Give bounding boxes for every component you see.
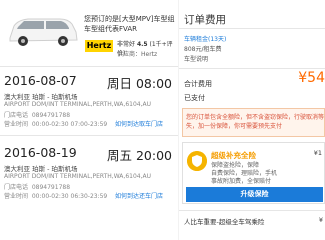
upgrade-insurance-button[interactable]: 升级保险 [186, 187, 323, 202]
shield-icon [187, 151, 207, 171]
super-insurance-card: 超级补充全险 保障盗抢险，保障 自费保险，理赔险，手机 事故附加费，全保赔付 ¥… [182, 142, 325, 204]
daily-rate: 808元/租车费 [184, 46, 222, 53]
promo-desc: 事故附加费，全保赔付 [211, 178, 272, 185]
divider [179, 68, 325, 69]
divider [179, 28, 325, 29]
divider [179, 210, 325, 211]
insurance-warning: 您的订单包含全额险，但不含盗窃保险，行驶取消等 失，加一份保障，你可需要预先支付 [182, 108, 325, 137]
warning-line: 失，加一份保障，你可需要预先支付 [186, 123, 283, 130]
pickup-weekday-time: 周日 08:00 [107, 76, 172, 91]
passenger-insurance-price: ¥ [318, 216, 323, 224]
supplier-label: 供应商：Hertz [117, 51, 158, 58]
order-fee-title: 订单费用 [184, 14, 226, 26]
dropoff-location: 澳大利亚 珀斯 - 珀斯机场 [4, 165, 78, 173]
booking-details-panel: 您预订的是[大型MPV]车型组 车型组代表FVAR Hertz 非常好 4.5 (… [0, 0, 178, 240]
promo-price: ¥1 [313, 149, 322, 157]
pickup-phone: 门店电话 0894791788 [4, 112, 71, 119]
car-group-title: 您预订的是[大型MPV]车型组 车型组代表FVAR [84, 15, 175, 33]
total-amount: ¥54 [298, 70, 325, 86]
pickup-hours: 营业时间 00:00-02:30 07:00-23:59 [4, 121, 108, 128]
hertz-logo: Hertz [85, 40, 113, 52]
pickup-location: 澳大利亚 珀斯 - 珀斯机场 [4, 93, 78, 101]
pickup-date: 2016-08-07 [4, 73, 77, 88]
divider [0, 66, 178, 67]
rental-fee-link[interactable]: 车辆租金(13天) [184, 34, 226, 43]
paid-label: 已支付 [184, 94, 205, 102]
dropoff-date: 2016-08-19 [4, 145, 77, 160]
passenger-insurance-link[interactable]: 人比车重要-超级全车驾乘险 [184, 216, 264, 226]
pickup-directions-link[interactable]: 如何到达取车门店 [115, 119, 163, 128]
order-fee-panel: 订单费用 车辆租金(13天) 808元/租车费 车型说明 合计费用 ¥54 已支… [179, 0, 325, 240]
car-type-note: 车型说明 [184, 56, 209, 63]
pickup-address: AIRPORT DOM/INT TERMINAL,PERTH,WA,6104,A… [4, 101, 151, 108]
dropoff-weekday-time: 周五 20:00 [107, 148, 172, 163]
dropoff-directions-link[interactable]: 如何到达还车门店 [115, 191, 163, 200]
dropoff-phone: 门店电话 0894791788 [4, 184, 71, 191]
car-image [9, 18, 78, 46]
warning-line: 您的订单包含全额险，但不含盗窃保险，行驶取消等 [186, 114, 325, 121]
dropoff-hours: 营业时间 00:00-02:30 06:30-23:59 [4, 193, 108, 200]
dropoff-address: AIRPORT DOM/INT TERMINAL,PERTH,WA,6104,A… [4, 173, 151, 180]
total-label: 合计费用 [184, 80, 212, 88]
divider [0, 135, 178, 136]
